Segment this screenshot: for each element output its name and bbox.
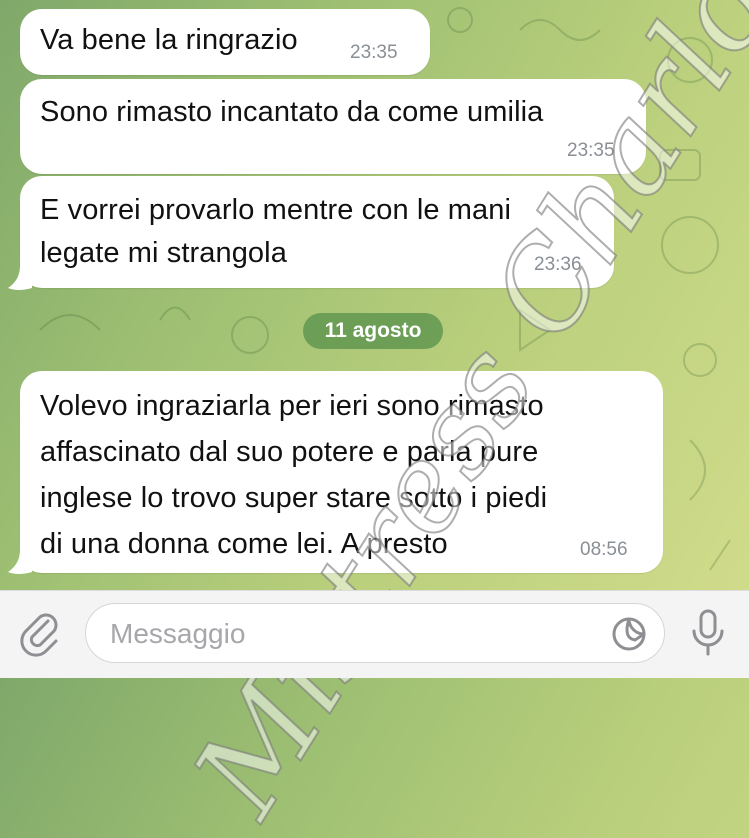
message-bubble[interactable]: Va bene la ringrazio 23:35 bbox=[20, 9, 430, 75]
paperclip-icon[interactable] bbox=[18, 611, 64, 657]
message-list[interactable]: Va bene la ringrazio 23:35 Sono rimasto … bbox=[0, 0, 749, 590]
bubble-tail bbox=[8, 550, 32, 574]
bubble-tail bbox=[8, 266, 32, 290]
message-bubble[interactable]: Volevo ingraziarla per ieri sono rimasto… bbox=[20, 371, 663, 573]
message-text: Va bene la ringrazio bbox=[40, 24, 298, 56]
date-separator: 11 agosto bbox=[303, 313, 443, 349]
message-text: Sono rimasto incantato da come umilia bbox=[40, 96, 544, 128]
message-input-placeholder: Messaggio bbox=[110, 618, 246, 649]
message-time: 08:56 bbox=[580, 539, 628, 560]
message-bubble[interactable]: E vorrei provarlo mentre con le mani leg… bbox=[20, 176, 614, 288]
sticker-icon[interactable] bbox=[611, 616, 647, 652]
message-time: 23:36 bbox=[534, 254, 582, 275]
message-text: Volevo ingraziarla per ieri sono rimasto… bbox=[40, 390, 548, 560]
message-text: E vorrei provarlo mentre con le mani leg… bbox=[40, 194, 512, 269]
message-input[interactable]: Messaggio bbox=[85, 603, 665, 663]
microphone-icon[interactable] bbox=[688, 607, 728, 659]
message-bubble[interactable]: Sono rimasto incantato da come umilia 23… bbox=[20, 79, 646, 174]
message-time: 23:35 bbox=[350, 42, 398, 63]
message-input-bar: Messaggio bbox=[0, 590, 749, 678]
message-time: 23:35 bbox=[567, 140, 615, 161]
